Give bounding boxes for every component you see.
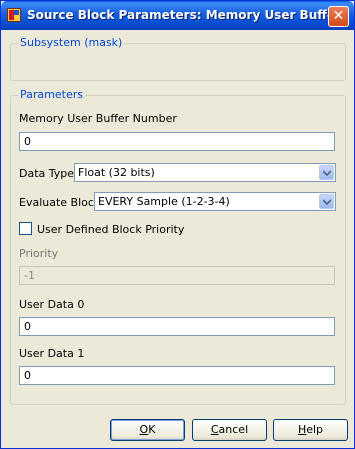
- help-button[interactable]: Help: [273, 419, 348, 441]
- ok-button[interactable]: OK: [110, 419, 185, 441]
- app-icon[interactable]: [7, 8, 21, 22]
- user-data-1-field[interactable]: [19, 366, 335, 385]
- ok-mnemonic: O: [139, 423, 149, 436]
- user-defined-priority-checkbox[interactable]: [19, 222, 32, 235]
- close-button[interactable]: ✕: [328, 6, 349, 27]
- user-data-0-label: User Data 0: [19, 298, 85, 311]
- cancel-rest: ancel: [218, 423, 249, 436]
- subsystem-mask-legend: Subsystem (mask): [18, 36, 125, 49]
- data-type-value: Float (32 bits): [78, 166, 155, 179]
- subsystem-mask-group: Subsystem (mask): [10, 36, 346, 81]
- title-bar[interactable]: Source Block Parameters: Memory User Buf…: [1, 1, 354, 30]
- memory-user-buffer-number-label: Memory User Buffer Number: [19, 112, 177, 125]
- ok-rest: K: [148, 423, 156, 436]
- priority-label: Priority: [19, 247, 59, 260]
- dropdown-arrow-icon[interactable]: [319, 165, 334, 180]
- parameters-legend: Parameters: [18, 88, 85, 101]
- priority-field: [19, 266, 335, 285]
- memory-user-buffer-number-field[interactable]: [19, 132, 335, 151]
- help-rest: elp: [306, 423, 324, 436]
- user-data-1-label: User Data 1: [19, 347, 85, 360]
- evaluate-block-label: Evaluate Block: [19, 196, 101, 209]
- window-title: Source Block Parameters: Memory User Buf…: [27, 8, 342, 22]
- evaluate-block-select[interactable]: EVERY Sample (1-2-3-4): [94, 192, 336, 211]
- data-type-select[interactable]: Float (32 bits): [74, 163, 336, 182]
- cancel-mnemonic: C: [210, 423, 219, 436]
- dropdown-arrow-icon[interactable]: [319, 194, 334, 209]
- evaluate-block-value: EVERY Sample (1-2-3-4): [98, 195, 230, 208]
- user-data-0-field[interactable]: [19, 317, 335, 336]
- dialog-window: Source Block Parameters: Memory User Buf…: [0, 0, 355, 449]
- help-mnemonic: H: [297, 423, 307, 436]
- data-type-label: Data Type: [19, 167, 75, 180]
- cancel-button[interactable]: Cancel: [192, 419, 267, 441]
- close-icon: ✕: [332, 8, 345, 24]
- user-defined-priority-label[interactable]: User Defined Block Priority: [37, 223, 184, 236]
